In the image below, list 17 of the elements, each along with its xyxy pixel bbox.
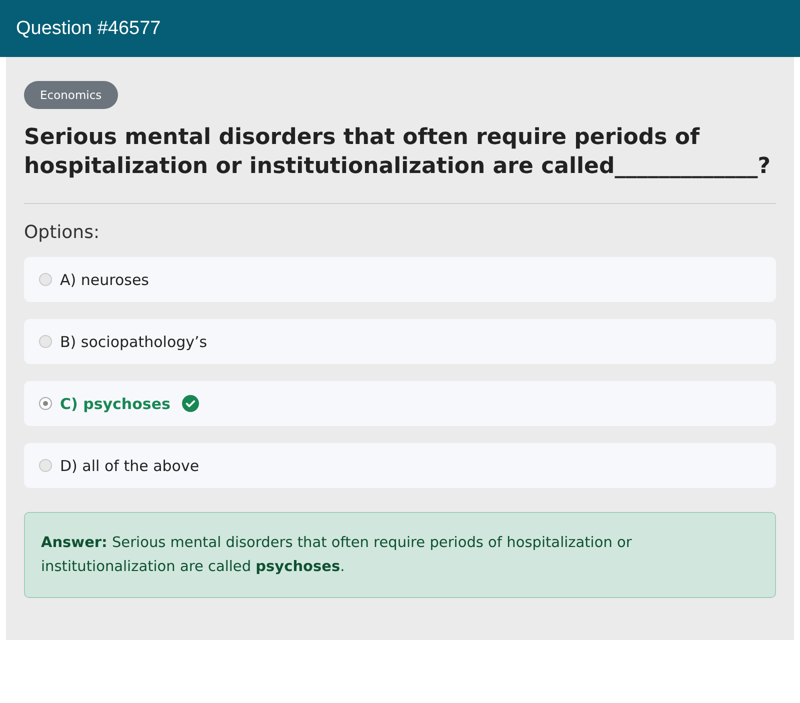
radio-button[interactable] [39,397,52,410]
question-text: Serious mental disorders that often require periods of hospitalization or institutionalization are called_____________? [24,124,772,181]
option-text: C) psychoses [60,394,170,412]
option-item[interactable]: A) neuroses [24,257,776,302]
option-text: D) all of the above [60,456,200,474]
page-title: Question #46577 [16,18,161,40]
option-item[interactable]: B) sociopathology’s [24,319,776,364]
option-item[interactable]: C) psychoses [24,381,776,426]
option-item[interactable]: D) all of the above [24,443,776,488]
radio-button[interactable] [39,459,52,472]
option-text: B) sociopathology’s [60,332,208,350]
options-label: Options: [24,222,101,243]
category-badge: Economics [24,81,118,109]
answer-text: Answer: Serious mental disorders that often require periods of hospitalization or institutionalization are called psychoses. [41,534,633,577]
option-text: A) neuroses [60,270,149,288]
radio-button[interactable] [39,273,52,286]
radio-button[interactable] [39,335,52,348]
